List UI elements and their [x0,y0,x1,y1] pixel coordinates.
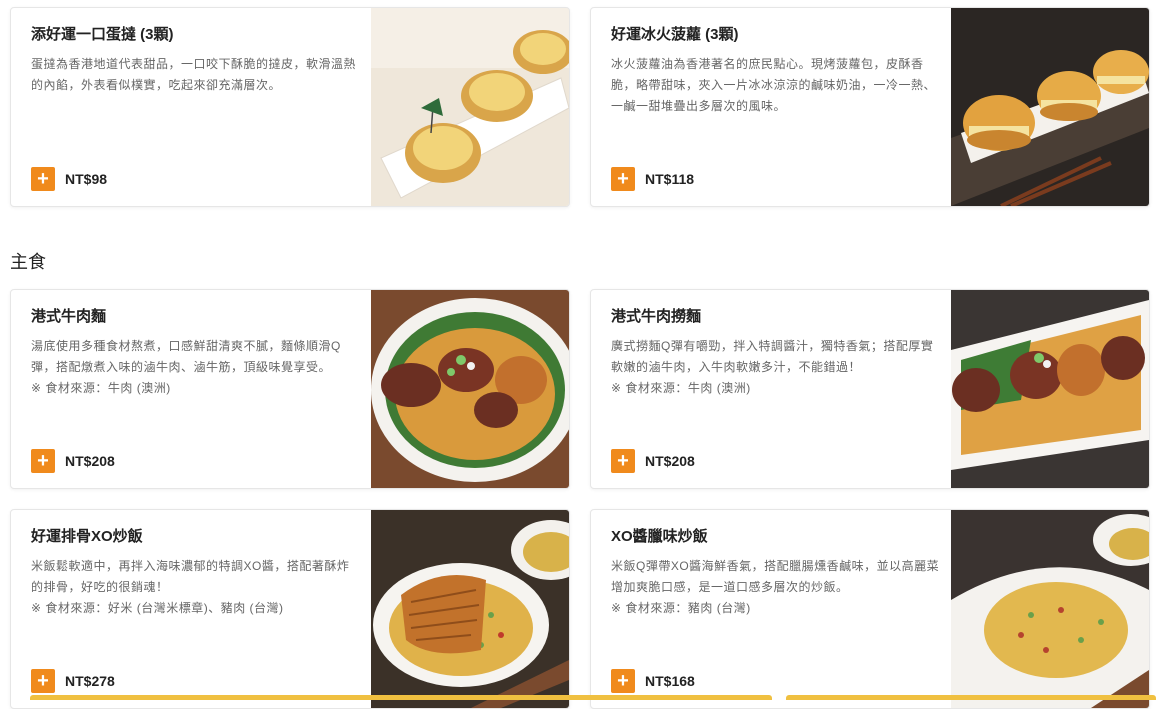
item-title: 港式牛肉麵 [31,308,107,325]
egg-tart-photo [371,8,569,206]
item-description: 蛋撻為香港地道代表甜品，一口咬下酥脆的撻皮，軟滑溫熱的內餡，外表看似樸實，吃起來… [31,57,357,92]
add-to-cart-button[interactable]: + [31,449,55,473]
menu-card-pork-chop-xo-rice[interactable]: 好運排骨XO炒飯 米飯鬆軟適中，再拌入海味濃郁的特調XO醬，搭配著酥炸的排骨，好… [10,509,570,709]
menu-card-beef-lo-mein[interactable]: 港式牛肉撈麵 廣式撈麵Q彈有嚼勁，拌入特調醬汁，獨特香氣；搭配厚實軟嫩的滷牛肉，… [590,289,1150,489]
item-title: 好運冰火菠蘿 (3顆) [611,26,739,43]
xo-fried-rice-photo [951,510,1149,708]
bottom-bar-left [30,695,772,700]
item-description: 廣式撈麵Q彈有嚼勁，拌入特調醬汁，獨特香氣；搭配厚實軟嫩的滷牛肉，入牛肉軟嫩多汁… [611,339,934,374]
item-description: 冰火菠蘿油為香港著名的庶民點心。現烤菠蘿包，皮酥香脆，略帶甜味，夾入一片冰冰涼涼… [611,57,937,113]
beef-lo-mein-photo [951,290,1149,488]
add-to-cart-button[interactable]: + [31,669,55,693]
item-description: 米飯鬆軟適中，再拌入海味濃郁的特調XO醬，搭配著酥炸的排骨，好吃的很銷魂！ [31,559,350,594]
item-description: 米飯Q彈帶XO醬海鮮香氣，搭配臘腸燻香鹹味，並以高麗菜增加爽脆口感，是一道口感多… [611,559,940,594]
item-title: 港式牛肉撈麵 [611,308,702,325]
item-title: 好運排骨XO炒飯 [31,528,143,545]
item-price: NT$278 [65,673,115,689]
item-price: NT$208 [65,453,115,469]
pineapple-bun-photo [951,8,1149,206]
item-title: 添好運一口蛋撻 (3顆) [31,26,174,43]
section-title: 主食 [10,252,46,272]
beef-noodle-photo [371,290,569,488]
pork-chop-rice-photo [371,510,569,708]
menu-card-xo-cured-meat-rice[interactable]: XO醬臘味炒飯 米飯Q彈帶XO醬海鮮香氣，搭配臘腸燻香鹹味，並以高麗菜增加爽脆口… [590,509,1150,709]
item-price: NT$208 [645,453,695,469]
menu-card-egg-tart[interactable]: 添好運一口蛋撻 (3顆) 蛋撻為香港地道代表甜品，一口咬下酥脆的撻皮，軟滑溫熱的… [10,7,570,207]
item-description: 湯底使用多種食材熬煮，口感鮮甜清爽不膩，麵條順滑Q彈，搭配燉煮入味的滷牛肉、滷牛… [31,339,341,374]
item-price: NT$118 [645,171,695,187]
add-to-cart-button[interactable]: + [611,449,635,473]
ingredient-source: ※ 食材來源：豬肉 (台灣) [611,601,751,615]
ingredient-source: ※ 食材來源：牛肉 (澳洲) [31,381,171,395]
item-price: NT$168 [645,673,695,689]
add-to-cart-button[interactable]: + [611,669,635,693]
item-title: XO醬臘味炒飯 [611,528,708,545]
add-to-cart-button[interactable]: + [31,167,55,191]
item-price: NT$98 [65,171,108,187]
menu-card-beef-noodle[interactable]: 港式牛肉麵 湯底使用多種食材熬煮，口感鮮甜清爽不膩，麵條順滑Q彈，搭配燉煮入味的… [10,289,570,489]
menu-card-pineapple-bun[interactable]: 好運冰火菠蘿 (3顆) 冰火菠蘿油為香港著名的庶民點心。現烤菠蘿包，皮酥香脆，略… [590,7,1150,207]
ingredient-source: ※ 食材來源：好米 (台灣米標章)、豬肉 (台灣) [31,601,284,615]
bottom-bar-right [786,695,1156,700]
add-to-cart-button[interactable]: + [611,167,635,191]
ingredient-source: ※ 食材來源：牛肉 (澳洲) [611,381,751,395]
